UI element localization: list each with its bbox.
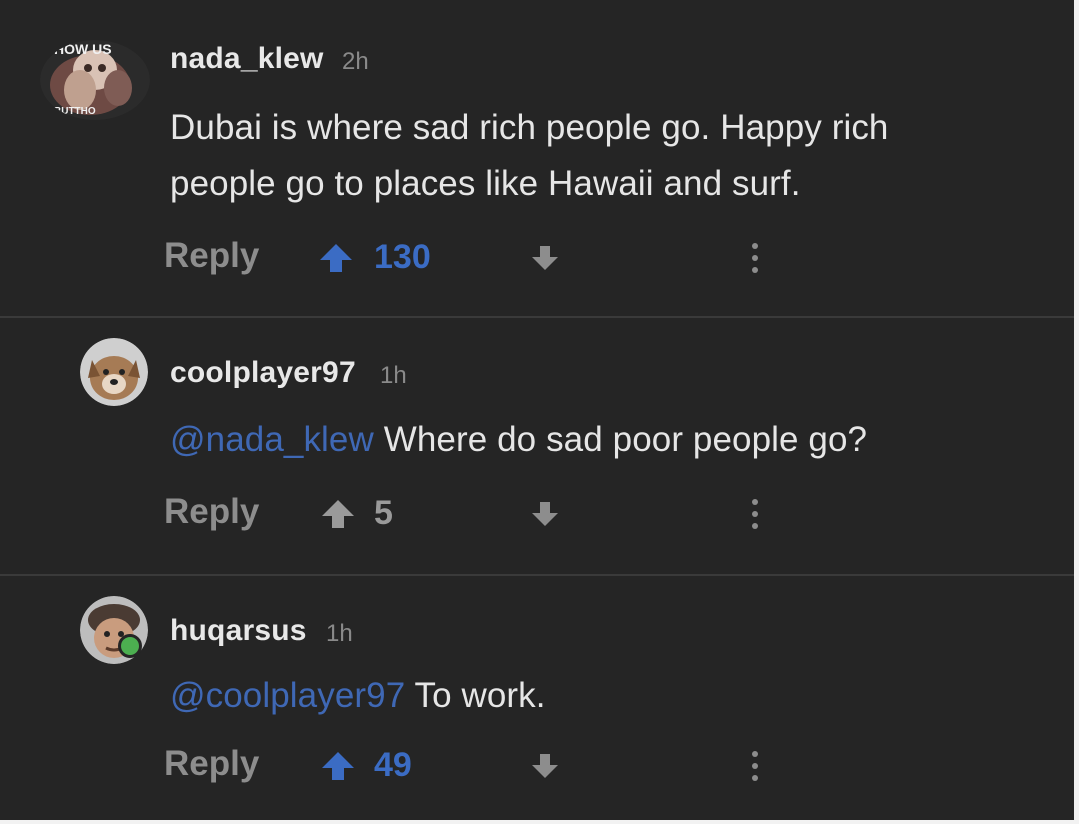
comment-nada-klew: HOW US BUTTHO nada_klew 2h Dubai is wher…	[0, 0, 1074, 318]
comment-coolplayer97: coolplayer97 1h @nada_klew Where do sad …	[0, 318, 1074, 574]
online-status-indicator	[118, 634, 142, 658]
avatar-image: HOW US BUTTHO	[40, 40, 150, 120]
downvote-button[interactable]	[530, 500, 560, 533]
svg-text:BUTTHO: BUTTHO	[54, 106, 96, 117]
upvote-button[interactable]	[320, 750, 356, 782]
vertical-dots-icon	[752, 499, 758, 529]
vertical-dots-icon	[752, 751, 758, 781]
user-mention-link[interactable]: @nada_klew	[170, 420, 374, 459]
comment-text-line: Dubai is where sad rich people go. Happy…	[170, 108, 889, 147]
more-options-button[interactable]	[748, 496, 762, 537]
avatar-image	[80, 338, 148, 406]
username[interactable]: huqarsus	[170, 614, 307, 648]
arrow-up-icon	[322, 752, 354, 780]
arrow-down-icon	[532, 754, 558, 778]
vote-count: 5	[374, 494, 393, 532]
vote-count: 130	[374, 238, 431, 276]
svg-text:HOW US: HOW US	[54, 41, 112, 57]
reply-button[interactable]: Reply	[164, 744, 259, 784]
timestamp: 1h	[326, 620, 353, 647]
comment-thread: HOW US BUTTHO nada_klew 2h Dubai is wher…	[0, 0, 1074, 820]
comment-text-content: Where do sad poor people go?	[383, 420, 868, 459]
arrow-down-icon	[532, 502, 558, 526]
upvote-button[interactable]	[318, 242, 354, 274]
upvote-button[interactable]	[320, 498, 356, 530]
more-options-button[interactable]	[748, 748, 762, 789]
timestamp: 2h	[342, 48, 369, 75]
username[interactable]: nada_klew	[170, 42, 324, 76]
comment-text: Dubai is where sad rich people go. Happy…	[170, 100, 889, 212]
reply-button[interactable]: Reply	[164, 492, 259, 532]
downvote-button[interactable]	[530, 752, 560, 785]
comment-text-line: people go to places like Hawaii and surf…	[170, 164, 801, 203]
avatar[interactable]: HOW US BUTTHO	[40, 40, 150, 120]
arrow-down-icon	[532, 246, 558, 270]
user-mention-link[interactable]: @coolplayer97	[170, 676, 405, 715]
reply-button[interactable]: Reply	[164, 236, 259, 276]
downvote-button[interactable]	[530, 244, 560, 277]
timestamp: 1h	[380, 362, 407, 389]
arrow-up-icon	[320, 244, 352, 272]
comment-text: @nada_klew Where do sad poor people go?	[170, 412, 867, 468]
more-options-button[interactable]	[748, 240, 762, 281]
arrow-up-icon	[322, 500, 354, 528]
avatar[interactable]	[80, 338, 148, 406]
username[interactable]: coolplayer97	[170, 356, 356, 390]
comment-huqarsus: huqarsus 1h @coolplayer97 To work. Reply…	[0, 576, 1074, 820]
vertical-dots-icon	[752, 243, 758, 273]
vote-count: 49	[374, 746, 412, 784]
comment-text-content: To work.	[414, 676, 546, 715]
comment-text: @coolplayer97 To work.	[170, 668, 546, 724]
